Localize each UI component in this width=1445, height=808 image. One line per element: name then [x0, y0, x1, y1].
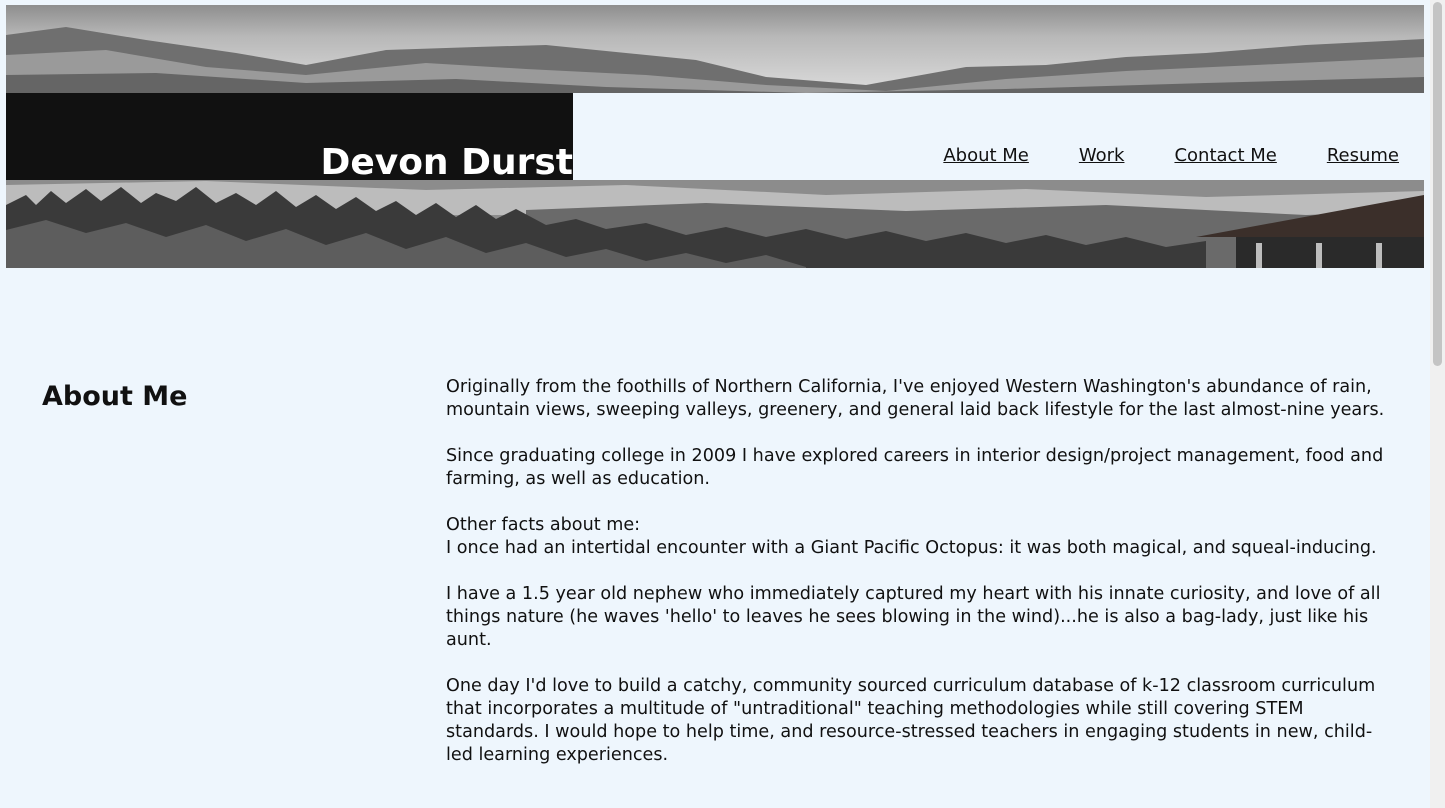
page: Devon Durst About Me Work Contact Me Res…: [0, 0, 1430, 808]
about-me-content: Originally from the foothills of Norther…: [446, 376, 1396, 790]
about-paragraph-origin: Originally from the foothills of Norther…: [446, 377, 1385, 420]
site-title: Devon Durst: [320, 142, 573, 183]
main-nav: About Me Work Contact Me Resume: [943, 146, 1399, 166]
vertical-scrollbar[interactable]: [1430, 0, 1445, 808]
about-paragraph-octopus: I once had an intertidal encounter with …: [446, 538, 1377, 558]
about-paragraph-facts-heading: Other facts about me:: [446, 515, 641, 535]
scrollbar-thumb[interactable]: [1433, 2, 1442, 366]
nav-link-about-me[interactable]: About Me: [943, 146, 1029, 166]
nav-link-work[interactable]: Work: [1079, 146, 1125, 166]
nav-link-resume[interactable]: Resume: [1327, 146, 1399, 166]
about-me-heading: About Me: [42, 381, 188, 412]
header-bar: Devon Durst About Me Work Contact Me Res…: [6, 93, 1424, 183]
about-paragraph-curriculum: One day I'd love to build a catchy, comm…: [446, 676, 1376, 765]
about-paragraph-nephew: I have a 1.5 year old nephew who immedia…: [446, 584, 1381, 650]
about-paragraph-career: Since graduating college in 2009 I have …: [446, 446, 1384, 489]
nav-link-contact-me[interactable]: Contact Me: [1174, 146, 1276, 166]
site-title-box: Devon Durst: [6, 93, 573, 183]
